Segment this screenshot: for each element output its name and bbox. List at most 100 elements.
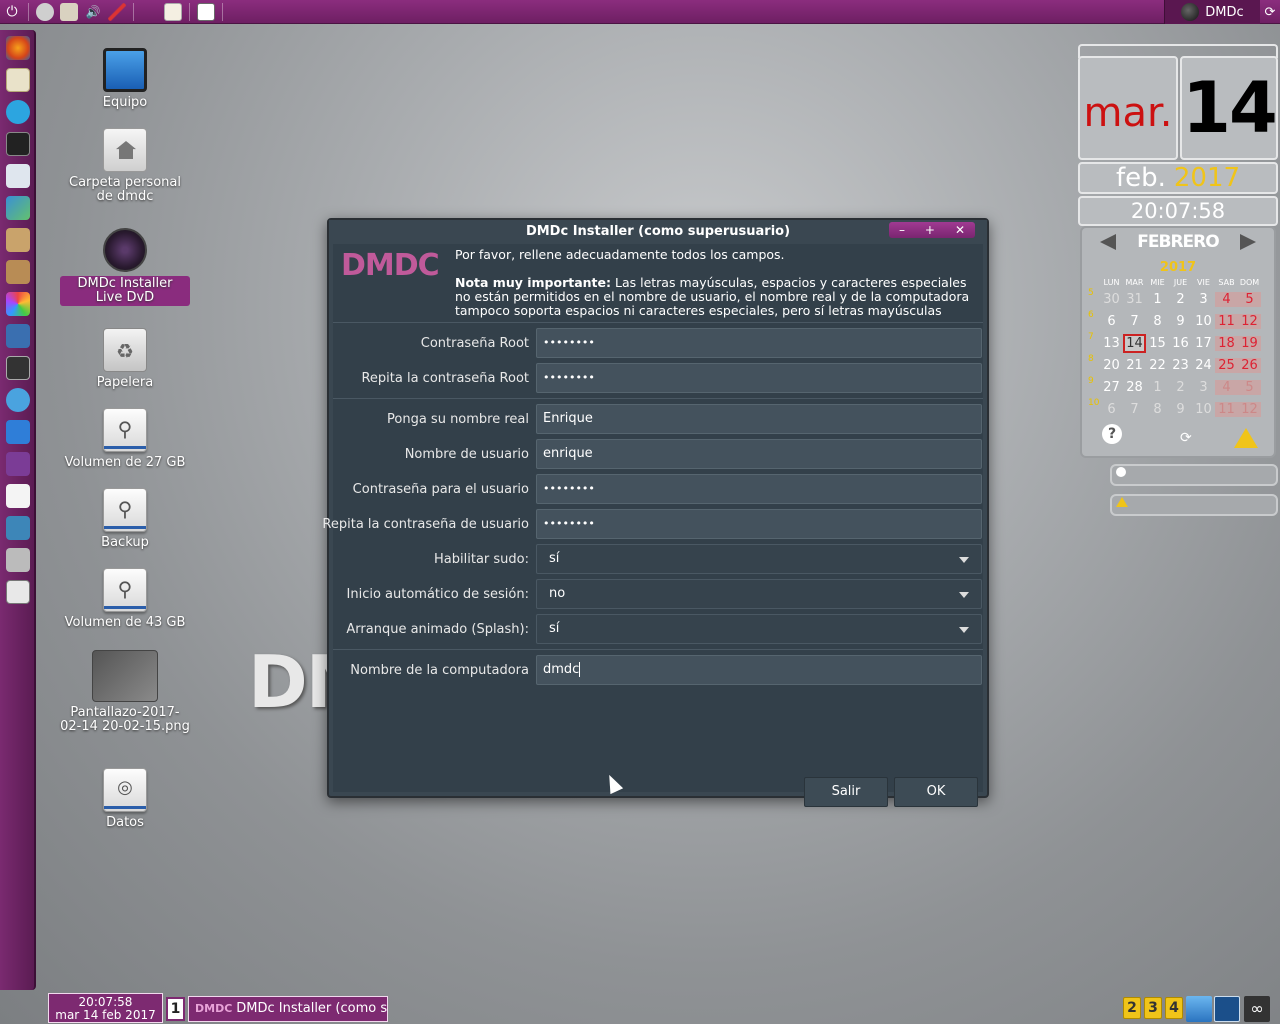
- taskbar-item-installer[interactable]: DMDCDMDc Installer (como su...: [188, 996, 388, 1022]
- calendar-day-cell[interactable]: 10: [1192, 314, 1215, 329]
- warning-icon[interactable]: [1234, 428, 1258, 448]
- calendar-day-cell[interactable]: 9: [1169, 402, 1192, 417]
- workspace-button-4[interactable]: 4: [1165, 997, 1183, 1019]
- username-field[interactable]: enrique: [536, 439, 982, 469]
- user-menu[interactable]: DMDc: [1164, 0, 1260, 24]
- pen-tool-icon[interactable]: [108, 2, 126, 21]
- desktop-icon-trash[interactable]: ♻ Papelera: [60, 328, 190, 390]
- desktop-icon-screenshot[interactable]: Pantallazo-2017-02-14 20-02-15.png: [60, 650, 190, 734]
- volume-icon[interactable]: 🔊: [84, 3, 102, 21]
- calendar-day-cell[interactable]: 27: [1100, 380, 1123, 395]
- calendar-day-cell[interactable]: 12: [1238, 313, 1261, 329]
- user-password-field[interactable]: ••••••••: [536, 474, 982, 504]
- calendar-day-cell[interactable]: 15: [1146, 336, 1169, 351]
- network-icon[interactable]: [6, 516, 30, 540]
- desktop-icon-home-folder[interactable]: Carpeta personal de dmdc: [60, 128, 190, 204]
- calendar-day-cell[interactable]: 20: [1100, 358, 1123, 373]
- desktop-icon-installer[interactable]: DMDc Installer Live DvD: [60, 228, 190, 306]
- calendar-day-cell[interactable]: 21: [1123, 358, 1146, 373]
- telegram-icon[interactable]: [6, 100, 30, 124]
- notes-icon[interactable]: [164, 2, 182, 21]
- calendar-day-cell[interactable]: 6: [1100, 314, 1123, 329]
- calendar-day-cell[interactable]: 31: [1123, 292, 1146, 307]
- disk-search-icon[interactable]: [6, 580, 30, 604]
- root-password-field[interactable]: ••••••••: [536, 328, 982, 358]
- calendar-day-cell[interactable]: 3: [1192, 380, 1215, 395]
- minimize-icon[interactable]: –: [899, 223, 905, 237]
- sudo-select[interactable]: sí: [536, 544, 982, 574]
- calendar-day-cell[interactable]: 8: [1146, 314, 1169, 329]
- headphones-icon[interactable]: [6, 452, 30, 476]
- desktop-icon-backup[interactable]: ⚲ Backup: [60, 488, 190, 550]
- maximize-icon[interactable]: +: [925, 223, 935, 237]
- root-password-repeat-field[interactable]: ••••••••: [536, 363, 982, 393]
- firefox-icon[interactable]: [6, 36, 30, 60]
- calendar-day-cell[interactable]: 23: [1169, 358, 1192, 373]
- desktop-icon-volume-27gb[interactable]: ⚲ Volumen de 27 GB: [60, 408, 190, 470]
- quit-button[interactable]: Salir: [804, 777, 888, 807]
- swirl-app-icon[interactable]: [6, 388, 30, 412]
- calendar-day-cell[interactable]: 13: [1100, 336, 1123, 351]
- calendar-day-cell[interactable]: 12: [1238, 401, 1261, 417]
- workspace-indicator[interactable]: 1: [166, 997, 185, 1021]
- desktop-preview-icon[interactable]: [1214, 996, 1240, 1022]
- autologin-select[interactable]: no: [536, 579, 982, 609]
- calendar-day-cell[interactable]: 11: [1215, 313, 1238, 329]
- calendar-day-cell[interactable]: 17: [1192, 336, 1215, 351]
- calendar-day-cell[interactable]: 2: [1169, 292, 1192, 307]
- calendar-day-cell[interactable]: 6: [1100, 402, 1123, 417]
- panel-clock[interactable]: 20:07:58 mar 14 feb 2017: [48, 993, 163, 1023]
- settings-gear-icon[interactable]: [36, 2, 54, 21]
- package-icon[interactable]: [6, 260, 30, 284]
- workspace-button-3[interactable]: 3: [1144, 997, 1162, 1019]
- hostname-field[interactable]: dmdc: [536, 655, 982, 685]
- bird-app-icon[interactable]: [6, 324, 30, 348]
- desktop-icon-data[interactable]: ◎ Datos: [60, 768, 190, 830]
- ok-button[interactable]: OK: [894, 777, 978, 807]
- calendar-day-cell[interactable]: 2: [1169, 380, 1192, 395]
- real-name-field[interactable]: Enrique: [536, 404, 982, 434]
- desktop-icon-computer[interactable]: Equipo: [60, 48, 190, 110]
- calendar-day-cell[interactable]: 1: [1146, 292, 1169, 307]
- calendar-day-cell[interactable]: 5: [1238, 379, 1261, 395]
- note-bar-warning[interactable]: [1110, 494, 1278, 516]
- refresh-icon[interactable]: ⟳: [1260, 0, 1280, 24]
- calendar-day-cell[interactable]: 1: [1146, 380, 1169, 395]
- calendar-day-cell[interactable]: 28: [1123, 380, 1146, 395]
- help-icon[interactable]: ?: [1102, 424, 1122, 444]
- calendar-day-cell[interactable]: 14: [1123, 333, 1146, 353]
- clipboard-icon[interactable]: [60, 2, 78, 21]
- bug-icon[interactable]: [6, 548, 30, 572]
- refresh-icon[interactable]: ⟳: [1180, 430, 1192, 446]
- pointer-tool-icon[interactable]: [1186, 996, 1212, 1022]
- calendar-day-cell[interactable]: 24: [1192, 358, 1215, 373]
- b-app-icon[interactable]: [6, 420, 30, 444]
- note-bar-help[interactable]: [1110, 464, 1278, 486]
- video-player-icon[interactable]: [6, 356, 30, 380]
- package-add-icon[interactable]: [6, 228, 30, 252]
- calendar-day-cell[interactable]: 16: [1169, 336, 1192, 351]
- terminal-icon[interactable]: [6, 132, 30, 156]
- next-month-arrow-icon[interactable]: [1240, 234, 1256, 250]
- calendar-day-cell[interactable]: 9: [1169, 314, 1192, 329]
- mail-icon[interactable]: [6, 68, 30, 92]
- close-icon[interactable]: ✕: [955, 223, 965, 237]
- search-icon[interactable]: [6, 164, 30, 188]
- calendar-day-cell[interactable]: 3: [1192, 292, 1215, 307]
- power-icon[interactable]: ⏻: [0, 0, 24, 24]
- calendar-day-cell[interactable]: 4: [1215, 379, 1238, 395]
- calendar-day-cell[interactable]: 7: [1123, 314, 1146, 329]
- splash-select[interactable]: sí: [536, 614, 982, 644]
- screenshot-icon[interactable]: [197, 2, 215, 21]
- calendar-day-cell[interactable]: 8: [1146, 402, 1169, 417]
- calendar-day-cell[interactable]: 5: [1238, 291, 1261, 307]
- calendar-day-cell[interactable]: 25: [1215, 357, 1238, 373]
- calendar-day-cell[interactable]: 7: [1123, 402, 1146, 417]
- calendar-day-cell[interactable]: 11: [1215, 401, 1238, 417]
- calendar-day-cell[interactable]: 4: [1215, 291, 1238, 307]
- workspace-button-2[interactable]: 2: [1123, 997, 1141, 1019]
- calendar-day-cell[interactable]: 30: [1100, 292, 1123, 307]
- photos-icon[interactable]: [6, 292, 30, 316]
- desktop-icon-volume-43gb[interactable]: ⚲ Volumen de 43 GB: [60, 568, 190, 630]
- document-icon[interactable]: [6, 484, 30, 508]
